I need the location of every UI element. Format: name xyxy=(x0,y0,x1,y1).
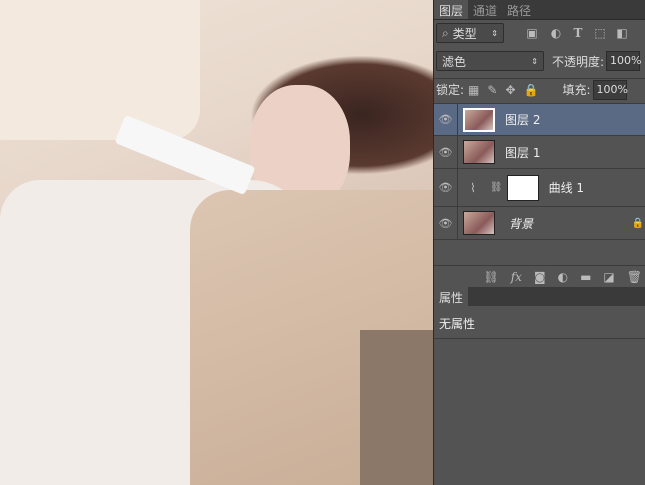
lock-brush-icon[interactable]: ✎ xyxy=(487,83,497,97)
type-filter-icon[interactable]: T xyxy=(571,26,585,40)
image-filter-icon[interactable]: ▣ xyxy=(525,26,539,40)
layer-row-1[interactable]: 👁 图层 1 xyxy=(434,136,645,169)
filter-type-label: 类型 xyxy=(452,26,477,41)
link-layers-icon[interactable]: ⛓ xyxy=(483,270,498,284)
tab-properties[interactable]: 属性 xyxy=(434,287,469,306)
properties-tabs: 属性 xyxy=(434,287,645,306)
fill-label: 填充: xyxy=(562,83,591,97)
layer-thumbnail xyxy=(463,140,495,164)
opacity-label: 不透明度: xyxy=(552,54,605,69)
adjustment-filter-icon[interactable]: ◐ xyxy=(549,26,563,40)
eye-icon[interactable]: 👁 xyxy=(434,169,458,206)
link-icon[interactable]: ⛓ xyxy=(490,182,503,193)
updown-icon: ⇕ xyxy=(491,28,498,38)
search-icon: ⌕ xyxy=(442,25,449,40)
add-mask-icon[interactable]: ◙ xyxy=(534,270,546,284)
fill-input[interactable]: 100% xyxy=(592,79,628,100)
lock-transparent-icon[interactable]: ▦ xyxy=(468,83,479,97)
layer-name: 背景 xyxy=(509,216,534,231)
blend-mode-value: 滤色 xyxy=(442,54,467,69)
shape-filter-icon[interactable]: ⬚ xyxy=(593,26,607,40)
new-group-icon[interactable]: ▬ xyxy=(580,270,591,284)
lock-icon: 🔒 xyxy=(631,217,644,229)
layer-row-2[interactable]: 👁 图层 2 xyxy=(434,103,645,136)
properties-content: 无属性 xyxy=(439,317,476,331)
eye-icon[interactable]: 👁 xyxy=(434,207,458,239)
smart-object-filter-icon[interactable]: ◧ xyxy=(615,26,629,40)
tab-layers[interactable]: 图层 xyxy=(434,0,469,19)
lock-move-icon[interactable]: ✥ xyxy=(505,83,515,97)
new-adjustment-icon[interactable]: ◐ xyxy=(558,270,568,284)
filter-type-select[interactable]: ⌕ 类型 ⇕ xyxy=(436,23,504,43)
wicker xyxy=(360,330,433,485)
layer-mask-thumbnail xyxy=(506,174,539,201)
layer-row-curves[interactable]: 👁 ⌇ ⛓ 曲线 1 xyxy=(434,169,645,207)
layer-name: 图层 1 xyxy=(505,145,541,160)
panel-tabs: 图层 通道 路径 xyxy=(434,0,645,20)
blend-mode-select[interactable]: 滤色 ⇕ xyxy=(436,51,544,71)
layers-panel: 图层 通道 路径 ⌕ 类型 ⇕ ▣ ◐ T ⬚ ◧ 滤色 ⇕ 不透明度: 100% … xyxy=(433,0,645,485)
eye-icon[interactable]: 👁 xyxy=(434,104,458,135)
trash-icon[interactable]: 🗑 xyxy=(627,270,642,284)
layer-name: 曲线 1 xyxy=(548,181,585,195)
lock-all-icon[interactable]: 🔒 xyxy=(524,83,539,97)
curves-adjustment-icon: ⌇ xyxy=(470,180,476,195)
canvas-image xyxy=(0,0,433,485)
updown-icon: ⇕ xyxy=(531,56,538,66)
tab-paths[interactable]: 路径 xyxy=(502,0,536,19)
new-layer-icon[interactable]: ◪ xyxy=(603,270,614,284)
sofa-back xyxy=(0,0,200,140)
layer-row-background[interactable]: 👁 背景 🔒 xyxy=(434,207,645,240)
fx-button[interactable]: fx xyxy=(511,270,522,284)
divider xyxy=(434,338,645,339)
lock-label: 锁定: xyxy=(436,83,465,97)
layer-name: 图层 2 xyxy=(505,113,541,127)
layer-thumbnail xyxy=(463,107,495,132)
layer-thumbnail xyxy=(463,211,495,235)
eye-icon[interactable]: 👁 xyxy=(434,136,458,168)
layers-footer: ⛓ fx ◙ ◐ ▬ ◪ 🗑 xyxy=(434,265,645,287)
tab-channels[interactable]: 通道 xyxy=(468,0,502,19)
opacity-input[interactable]: 100% xyxy=(606,51,642,71)
